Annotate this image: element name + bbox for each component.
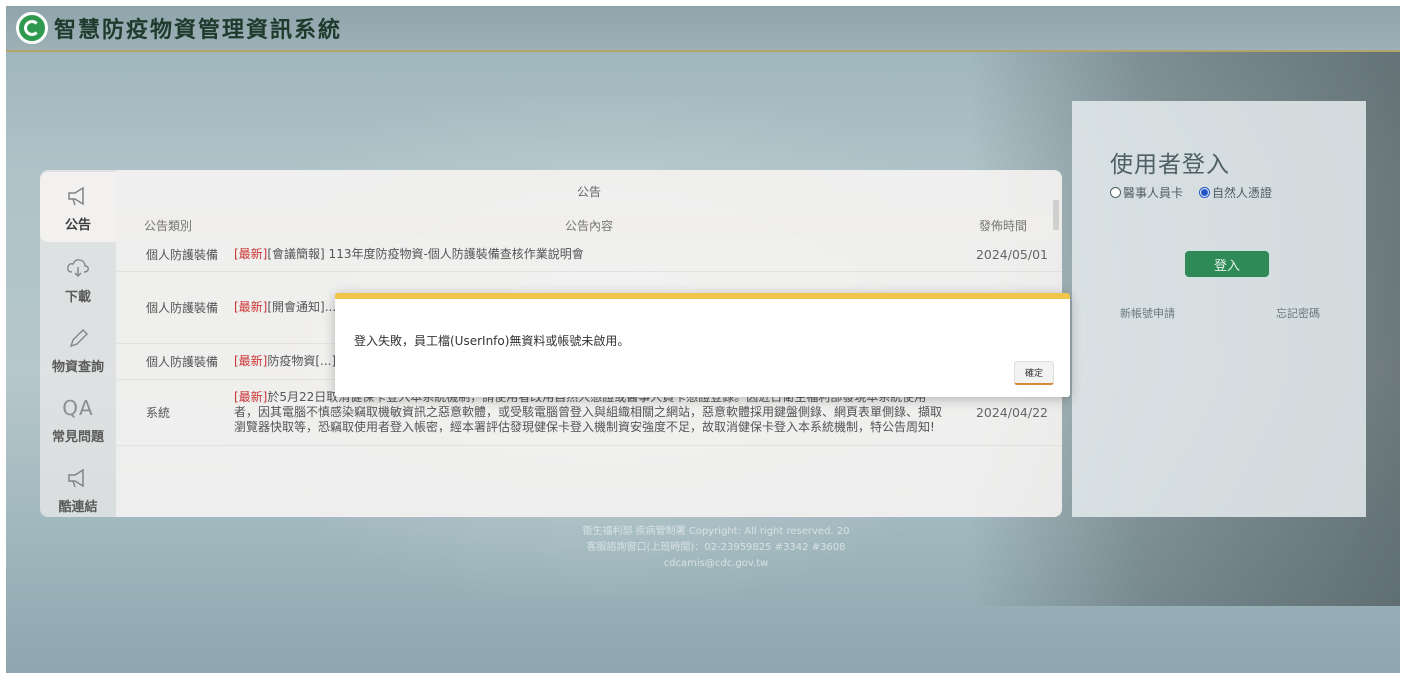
row-category: 個人防護裝備 (146, 354, 219, 369)
new-tag: [最新] (234, 354, 268, 368)
radio-label: 自然人憑證 (1212, 186, 1273, 200)
radio-citizen-certificate[interactable]: 自然人憑證 (1199, 184, 1272, 201)
nav-label: 下載 (64, 289, 91, 305)
new-tag: [最新] (234, 390, 268, 404)
row-date: 2024/05/01 (975, 247, 1048, 262)
column-header-content: 公告內容 (564, 218, 613, 233)
row-category: 個人防護裝備 (146, 247, 219, 262)
table-row[interactable]: 個人防護裝備 [最新][會議簡報] 113年度防疫物資-個人防護裝備查核作業說明… (116, 238, 1062, 272)
nav-label: 常見問題 (51, 429, 104, 445)
radio-button[interactable] (1110, 187, 1121, 198)
logo-icon (16, 12, 48, 44)
dialog-message: 登入失敗，員工檔(UserInfo)無資料或帳號未啟用。 (354, 334, 630, 348)
nav-item-faq[interactable]: QA 常見問題 (40, 384, 116, 454)
nav-label: 公告 (64, 217, 91, 233)
footer: 衛生福利部 疾病管制署 Copyright: All right reserve… (506, 524, 926, 572)
qa-icon: QA (62, 395, 94, 420)
nav-item-links[interactable]: 酷連結 (40, 454, 116, 524)
new-tag: [最新] (234, 247, 268, 261)
nav-label: 酷連結 (58, 499, 98, 515)
nav-item-announcements[interactable]: 公告 (40, 172, 116, 242)
column-header-category: 公告類別 (143, 218, 192, 233)
megaphone-icon (65, 182, 91, 210)
login-button[interactable]: 登入 (1185, 251, 1269, 277)
side-nav: 公告 下載 物資查詢 QA 常見問題 酷連結 (40, 170, 116, 517)
scrollbar-thumb[interactable] (1053, 200, 1059, 230)
login-panel: 使用者登入 醫事人員卡 自然人憑證 登入 新帳號申請 忘記密碼 (1072, 101, 1366, 517)
login-method-group: 醫事人員卡 自然人憑證 (1110, 184, 1272, 201)
table-title: 公告 (576, 184, 601, 199)
footer-email[interactable]: cdcamis@cdc.gov.tw (506, 556, 926, 572)
ok-button[interactable]: 確定 (1014, 361, 1054, 385)
cloud-download-icon (65, 254, 91, 282)
login-title: 使用者登入 (1110, 152, 1230, 178)
row-date: 2024/04/22 (975, 405, 1048, 420)
radio-button-selected[interactable] (1199, 187, 1211, 198)
nav-item-download[interactable]: 下載 (40, 244, 116, 314)
app-title: 智慧防疫物資管理資訊系統 (54, 18, 343, 43)
register-link[interactable]: 新帳號申請 (1120, 305, 1175, 321)
pencil-icon (65, 324, 91, 352)
row-category: 個人防護裝備 (146, 300, 219, 315)
error-dialog: 登入失敗，員工檔(UserInfo)無資料或帳號未啟用。 確定 (335, 293, 1070, 397)
nav-label: 物資查詢 (51, 359, 104, 375)
radio-label: 醫事人員卡 (1123, 186, 1184, 200)
row-category: 系統 (146, 405, 171, 420)
app-header: 智慧防疫物資管理資訊系統 (6, 6, 1400, 52)
nav-item-supply-query[interactable]: 物資查詢 (40, 314, 116, 384)
new-tag: [最新] (234, 300, 268, 314)
forgot-password-link[interactable]: 忘記密碼 (1276, 305, 1320, 321)
table-header: 公告類別 公告內容 發佈時間 (116, 212, 1062, 238)
login-links: 新帳號申請 忘記密碼 (1120, 305, 1320, 321)
footer-contact: 客服諮詢窗口(上班時間)：02-23959825 #3342 #3608 (586, 542, 846, 553)
megaphone-icon (65, 464, 91, 492)
column-header-date: 發佈時間 (978, 218, 1027, 233)
radio-medical-card[interactable]: 醫事人員卡 (1110, 184, 1183, 201)
row-content[interactable]: [最新][會議簡報] 113年度防疫物資-個人防護裝備查核作業說明會 (230, 247, 948, 262)
footer-copyright: 衛生福利部 疾病管制署 Copyright: All right reserve… (582, 526, 850, 537)
